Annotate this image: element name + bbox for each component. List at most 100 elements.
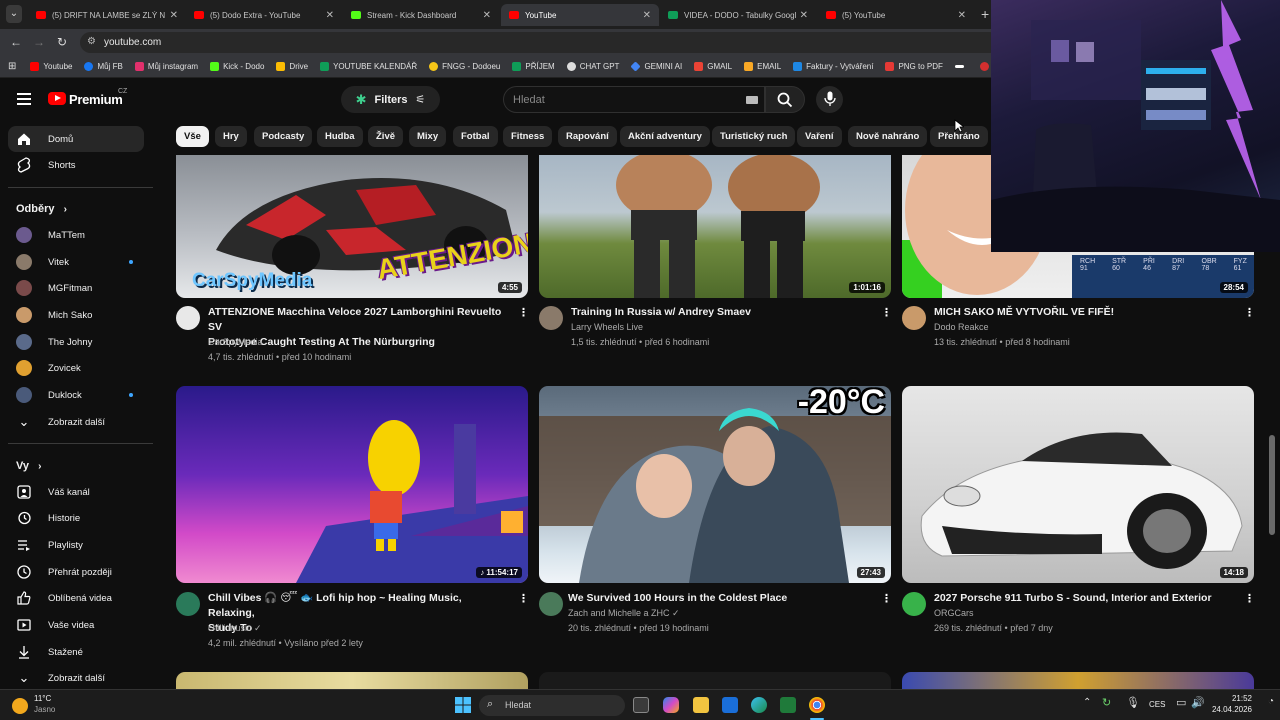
more-options-icon[interactable]: ⋮ — [1244, 592, 1255, 605]
sidebar-item-subscription[interactable]: Vitek — [8, 249, 144, 275]
edge-icon[interactable] — [751, 697, 767, 713]
chip[interactable]: Fitness — [503, 126, 553, 147]
video-thumbnail[interactable]: -20°C 27:43 — [539, 386, 891, 583]
search-button[interactable] — [765, 86, 805, 113]
filters-button[interactable]: ✱ Filters ⚟ — [341, 86, 440, 113]
menu-icon[interactable] — [17, 93, 31, 105]
chip[interactable]: Mixy — [409, 126, 447, 147]
sidebar-item-your-channel[interactable]: Váš kanál — [8, 479, 144, 505]
channel-avatar[interactable] — [902, 592, 926, 616]
weather-icon[interactable] — [12, 698, 28, 714]
sidebar-item-subscription[interactable]: MGFitman — [8, 275, 144, 301]
youtube-logo-icon[interactable] — [48, 92, 66, 105]
terminal-icon[interactable] — [780, 697, 796, 713]
chip-all[interactable]: Vše — [176, 126, 209, 147]
chip[interactable]: Fotbal — [453, 126, 498, 147]
sidebar-item-your-videos[interactable]: Vaše videa — [8, 612, 144, 638]
video-thumbnail[interactable] — [176, 672, 528, 689]
video-thumbnail[interactable]: CarSpyMedia ATTENZIONE 4:55 — [176, 155, 528, 298]
sidebar-item-liked[interactable]: Oblíbená videa — [8, 585, 144, 611]
taskbar-search-box[interactable]: ⌕ Hledat — [479, 695, 625, 716]
video-thumbnail[interactable] — [902, 672, 1254, 689]
channel-name[interactable]: Zach and Michelle a ZHC ✓ — [568, 606, 680, 621]
close-icon[interactable]: ✕ — [643, 10, 651, 21]
reload-icon[interactable]: ↻ — [57, 35, 67, 49]
video-thumbnail[interactable]: ♪ 11:54:17 — [176, 386, 528, 583]
language-indicator[interactable]: CES — [1149, 700, 1165, 709]
channel-name[interactable]: chilli music ✓ — [208, 621, 262, 636]
sidebar-item-shorts[interactable]: Shorts — [8, 152, 144, 178]
subscriptions-heading[interactable]: Odběry › — [16, 203, 67, 215]
microphone-tray-icon[interactable]: 🎙 — [1126, 696, 1140, 709]
clock-date[interactable]: 24.04.2026 — [1208, 705, 1252, 714]
windows-start-icon[interactable] — [455, 697, 471, 713]
chip[interactable]: Nově nahráno — [848, 126, 928, 147]
bookmark[interactable]: GEMINI AI — [630, 61, 682, 72]
browser-tab[interactable]: VIDEA - DODO - Tabulky Googl... ✕ — [660, 4, 816, 26]
browser-tab[interactable]: (5) YouTube ✕ — [818, 4, 974, 26]
channel-avatar[interactable] — [176, 592, 200, 616]
forward-icon[interactable]: → — [33, 35, 45, 49]
chip[interactable]: Turistický ruch — [712, 126, 796, 147]
video-thumbnail[interactable] — [539, 672, 891, 689]
bookmark[interactable]: Můj FB — [84, 62, 123, 71]
weather-temp[interactable]: 11°C — [34, 694, 51, 703]
chip[interactable]: Rapování — [558, 126, 617, 147]
close-icon[interactable]: ✕ — [958, 10, 966, 21]
network-icon[interactable]: ▭ — [1176, 696, 1186, 709]
search-input[interactable]: Hledat — [503, 86, 765, 113]
sidebar-item-watch-later[interactable]: Přehrát později — [8, 559, 144, 585]
keyboard-icon[interactable] — [746, 96, 758, 104]
sidebar-show-more[interactable]: ⌄ Zobrazit další — [8, 409, 144, 435]
video-title[interactable]: 2027 Porsche 911 Turbo S - Sound, Interi… — [934, 591, 1234, 606]
task-view-icon[interactable] — [633, 697, 649, 713]
close-icon[interactable]: ✕ — [483, 10, 491, 21]
sidebar-item-subscription[interactable]: The Johny — [8, 329, 144, 355]
more-options-icon[interactable]: ⋮ — [1244, 306, 1255, 319]
file-explorer-icon[interactable] — [693, 697, 709, 713]
chip[interactable]: Podcasty — [254, 126, 313, 147]
channel-avatar[interactable] — [539, 592, 563, 616]
bookmark[interactable]: Faktury - Vytváření — [793, 62, 873, 71]
channel-avatar[interactable] — [902, 306, 926, 330]
page-scrollbar[interactable] — [1269, 435, 1275, 535]
sidebar-item-history[interactable]: Historie — [8, 505, 144, 531]
video-title[interactable]: We Survived 100 Hours in the Coldest Pla… — [568, 591, 868, 606]
tab-search-button[interactable]: ⌄ — [6, 5, 22, 23]
url-bar[interactable]: ⚙ youtube.com — [80, 32, 1000, 53]
chevron-up-icon[interactable]: ⌃ — [1083, 697, 1091, 708]
volume-icon[interactable]: 🔊 — [1191, 696, 1205, 709]
sidebar-item-subscription[interactable]: MaTTem — [8, 222, 144, 248]
video-title[interactable]: Training In Russia w/ Andrey Smaev — [571, 305, 871, 320]
bookmark[interactable]: Youtube — [30, 62, 72, 71]
channel-name[interactable]: Larry Wheels Live — [571, 320, 643, 335]
sidebar-show-more-you[interactable]: ⌄ Zobrazit další — [8, 665, 144, 691]
sidebar-item-subscription[interactable]: Mich Sako — [8, 302, 144, 328]
channel-avatar[interactable] — [176, 306, 200, 330]
chip[interactable]: Živě — [368, 126, 404, 147]
sync-icon[interactable]: ↻ — [1102, 696, 1111, 709]
you-heading[interactable]: Vy › — [16, 460, 41, 472]
bookmark[interactable]: Drive — [276, 62, 308, 71]
bookmark[interactable]: FNGG - Dodoeu — [429, 62, 500, 71]
bookmark[interactable]: EMAIL — [744, 62, 781, 71]
notifications-icon[interactable]: ◔ — [1268, 696, 1274, 707]
clock-time[interactable]: 21:52 — [1212, 694, 1252, 703]
outlook-icon[interactable] — [722, 697, 738, 713]
sidebar-item-subscription[interactable]: Zovicek — [8, 355, 144, 381]
video-thumbnail[interactable]: 1:01:16 — [539, 155, 891, 298]
bookmark[interactable]: Můj instagram — [134, 62, 198, 71]
weather-desc[interactable]: Jasno — [34, 705, 55, 714]
apps-icon[interactable]: ⊞ — [8, 61, 16, 72]
close-icon[interactable]: ✕ — [326, 10, 334, 21]
close-icon[interactable]: ✕ — [800, 10, 808, 21]
site-info-icon[interactable]: ⚙ — [87, 36, 96, 47]
new-tab-button[interactable]: + — [981, 6, 989, 22]
copilot-icon[interactable] — [663, 697, 679, 713]
bookmark[interactable]: GMAIL — [694, 62, 732, 71]
chip[interactable]: Hudba — [317, 126, 363, 147]
more-options-icon[interactable]: ⋮ — [881, 306, 892, 319]
sidebar-item-playlists[interactable]: Playlisty — [8, 532, 144, 558]
channel-name[interactable]: ORGCars — [934, 606, 974, 621]
sidebar-item-subscription[interactable]: Duklock — [8, 382, 144, 408]
